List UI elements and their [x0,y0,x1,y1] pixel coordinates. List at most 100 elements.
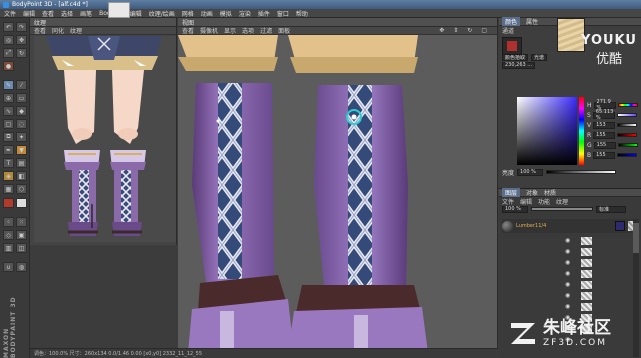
edges-mode-icon[interactable]: ⁙ [16,217,27,227]
panel-menu-item[interactable]: 同化 [52,26,64,35]
model-mode-icon[interactable]: ◇ [3,230,14,240]
viewport-menu-item[interactable]: 摄像机 [200,26,218,35]
live-select-icon[interactable]: ◎ [3,35,14,45]
viewport-menu-item[interactable]: 选项 [242,26,254,35]
clone-icon[interactable]: ⊕ [3,93,14,103]
workplane-icon[interactable]: ◫ [16,243,27,253]
panel-menu-item[interactable]: 纹理 [70,26,82,35]
menu-item-window[interactable]: 窗口 [277,9,289,18]
layer-thumbnail[interactable] [581,248,592,256]
channel-slider[interactable] [617,153,638,157]
channel-slider[interactable] [616,113,637,117]
channel-value[interactable]: 155 [593,141,616,149]
panel-menu-item[interactable]: 查看 [34,26,46,35]
magnet-icon[interactable]: ∪ [3,262,14,272]
menu-item-mesh[interactable]: 网格 [182,9,194,18]
layer-name[interactable]: Lumber11/4 [516,223,546,229]
menu-item-animation[interactable]: 动画 [201,9,213,18]
menu-item-view[interactable]: 查看 [42,9,54,18]
viewport-menu-item[interactable]: 过滤 [260,26,272,35]
menu-item-plugins[interactable]: 插件 [258,9,270,18]
channel-value[interactable]: 65.113 % [592,109,615,121]
layers-menu-item[interactable]: 功能 [538,197,550,206]
paint-bucket-icon[interactable]: ▼ [16,145,27,155]
channel-value[interactable]: 271.9 % [593,99,616,111]
zoom-view-icon[interactable]: ⇕ [453,27,458,34]
layer-color-swatch[interactable] [615,221,625,231]
channel-value[interactable]: 155 [593,131,616,139]
soft-select-icon[interactable]: ◍ [16,262,27,272]
brush-icon[interactable]: ✎ [3,80,14,90]
scale-icon[interactable]: ⤢ [3,48,14,58]
text-tool-icon[interactable]: T [3,158,14,168]
menu-item-paint[interactable]: 纹理/绘画 [149,9,175,18]
eye-icon[interactable]: ◉ [565,248,577,255]
fill-icon[interactable]: ◆ [16,106,27,116]
eye-icon[interactable]: ◉ [565,237,577,244]
hue-slider[interactable] [579,97,584,165]
scrollbar-thumb[interactable] [633,223,639,253]
move-icon[interactable]: ✥ [16,35,27,45]
uv-icon[interactable]: ◈ [3,171,14,181]
pen-icon[interactable]: ✒ [3,145,14,155]
blend-mode-select[interactable]: 标准 [596,205,626,213]
layer-thumbnail[interactable] [581,237,592,245]
lasso-icon[interactable]: ◌ [16,119,27,129]
maximize-view-icon[interactable]: ▢ [481,27,487,34]
color-swatch-bg[interactable] [16,198,27,208]
undo-icon[interactable]: ↶ [3,22,14,32]
layer-thumbnail[interactable] [581,281,592,289]
color-swatch-fg[interactable] [3,198,14,208]
opacity-slider[interactable] [531,207,593,211]
eyedropper-icon[interactable]: ⁄ [16,80,27,90]
smudge-icon[interactable]: ∿ [3,106,14,116]
points-mode-icon[interactable]: ⁘ [3,217,14,227]
eraser-icon[interactable]: ▭ [16,93,27,103]
layer-thumbnail[interactable] [581,270,592,278]
viewport-menu-item[interactable]: 面板 [278,26,290,35]
projection-icon[interactable]: ◧ [16,171,27,181]
wand-icon[interactable]: ✦ [16,132,27,142]
layer-thumbnail[interactable] [581,292,592,300]
eye-icon[interactable]: ◉ [565,292,577,299]
object-mode-icon[interactable]: ▣ [16,230,27,240]
channel-value[interactable]: 153 [593,121,616,129]
tab-attributes[interactable]: 属性 [526,17,538,26]
layer-thumbnail[interactable] [581,259,592,267]
menu-item-select[interactable]: 选择 [61,9,73,18]
brush-preview-thumbnail[interactable] [502,37,522,55]
material-layer-row[interactable]: Lumber11/4 [502,219,638,233]
menu-item-simulate[interactable]: 模拟 [220,9,232,18]
opacity-field[interactable]: 100 % [502,205,528,213]
eye-icon[interactable]: ◉ [565,281,577,288]
brightness-slider[interactable] [546,170,617,174]
preview-viewport[interactable] [34,36,176,242]
menu-item-help[interactable]: 帮助 [296,9,308,18]
layers-menu-item[interactable]: 纹理 [556,197,568,206]
menu-item-edit[interactable]: 编辑 [23,9,35,18]
rotate-icon[interactable]: ↻ [16,48,27,58]
gradient-icon[interactable]: ▤ [16,158,27,168]
channel-slider[interactable] [617,143,638,147]
color-mode-spectrum[interactable]: 光谱 [531,53,548,61]
layers-menu-item[interactable]: 编辑 [520,197,532,206]
menu-item-render[interactable]: 渲染 [239,9,251,18]
channel-value[interactable]: 155 [593,151,616,159]
layer-thumbnail[interactable] [581,303,592,311]
redo-icon[interactable]: ↷ [16,22,27,32]
grid-icon[interactable]: ▦ [3,184,14,194]
viewport-menu-item[interactable]: 查看 [182,26,194,35]
menu-item-brush[interactable]: 画笔 [80,9,92,18]
rect-select-icon[interactable]: ▢ [3,119,14,129]
layers-menu-item[interactable]: 文件 [502,197,514,206]
viewport-menu-item[interactable]: 显示 [224,26,236,35]
channel-slider[interactable] [617,123,638,127]
eye-icon[interactable]: ◉ [565,270,577,277]
channel-slider[interactable] [617,133,638,137]
brightness-value[interactable]: 100 % [517,168,544,176]
channel-slider[interactable] [617,103,638,107]
character-boots-closeup[interactable] [178,35,498,353]
color-field-picker[interactable] [517,97,577,165]
menu-item-file[interactable]: 文件 [4,9,16,18]
pan-view-icon[interactable]: ✥ [439,27,444,34]
